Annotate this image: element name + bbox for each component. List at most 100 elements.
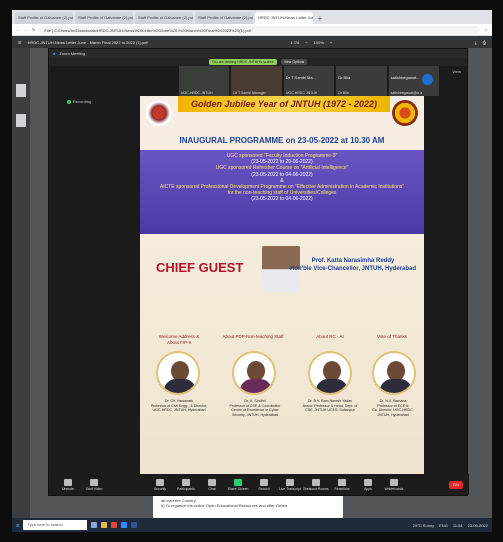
speaker-name: Dr. K. Sindhri Professor of CSE & Coordi… [229,399,281,417]
share-screen-button[interactable]: Share Screen [225,478,251,491]
zoom-meeting-window: ■ Zoom Meeting You are viewing HRDC JNTU… [48,48,469,496]
zoom-in-icon[interactable]: + [330,40,332,45]
back-icon[interactable]: ← [16,27,20,32]
control-label: Live Transcript [278,486,302,491]
page-indicator[interactable]: 1 /78 [290,40,299,45]
task-view-icon[interactable] [91,522,98,528]
participants-icon [182,478,190,486]
speaker-photo [232,351,276,395]
taskbar-search[interactable]: Type here to search [23,520,88,530]
guest-role-text: Hon'ble Vice-Chancellor, JNTUH, Hyderaba… [289,266,416,272]
zoom-level[interactable]: 100% [314,40,324,45]
hrdc-seal-logo [392,100,418,126]
control-label: Record [258,486,270,491]
whiteboard-icon [390,478,398,486]
chat-button[interactable]: Chat [199,478,225,491]
windows-start-icon[interactable]: ⊞ [16,523,19,528]
microphone-icon [64,478,72,486]
page-thumbnail[interactable] [16,84,26,97]
participant-tile[interactable]: Dr T Sambi Manager [231,66,282,96]
breakout-rooms-icon [312,478,320,486]
zoom-app-icon[interactable] [121,522,128,528]
participant-display-name: Dr Bila [338,75,351,80]
security-button[interactable]: Security [147,478,173,491]
control-label: Security [153,486,167,491]
weather-text[interactable]: 29°C Sunny [413,523,434,528]
record-icon [260,478,268,486]
word-icon[interactable] [131,522,138,528]
pdf-viewer: ■ Zoom Meeting You are viewing HRDC JNTU… [12,48,492,518]
chief-guest-heading: CHIEF GUEST [156,260,244,275]
participants-button[interactable]: Participants [173,478,199,491]
zoom-out-icon[interactable]: − [305,40,307,45]
zoom-titlebar: ■ Zoom Meeting [49,49,467,58]
start-video-button[interactable]: Start Video [81,478,107,491]
whiteboards-button[interactable]: Whiteboards [381,478,407,491]
participant-tile[interactable]: satishbegawat... satishbegawat@cr.a [388,66,440,96]
role-label: Vote of Thanks [377,334,407,339]
zoom-control-bar: Unmute Start Video Security Participants… [49,474,469,495]
zoom-logo-icon: ■ [53,51,56,56]
smiley-icon [338,478,346,486]
print-icon[interactable]: ⎙ [483,40,486,45]
control-label: Chat [208,486,216,491]
new-tab-icon[interactable]: + [315,14,325,24]
download-icon[interactable]: ⤓ [475,40,477,45]
cc-icon [286,478,294,486]
role-label: Welcome Address & About FIP-9 [158,334,200,345]
browser-tab[interactable]: Staff Profile of Galvanee (2).pdf [15,12,73,24]
record-button[interactable]: Record [251,478,277,491]
share-screen-icon [234,478,242,486]
shield-icon [156,478,164,486]
page-thumbnail[interactable] [16,114,26,127]
inaugural-heading: INAUGURAL PROGRAMME on 23-05-2022 at 10.… [179,136,385,145]
browser-tab[interactable]: Staff Profile of Galvanee (2).pdf [135,12,193,24]
chrome-icon[interactable] [111,522,118,528]
system-tray: 29°C Sunny ENG 11:54 23-05-2022 [413,523,488,528]
language-indicator[interactable]: ENG [439,523,448,528]
file-explorer-icon[interactable] [101,522,108,528]
role-label: About PDP-Non-teaching Staff [222,334,284,339]
screen-share-bar: You are viewing HRDC JNTUH's screen View… [49,58,467,66]
chief-guest-name: Prof. Katta Narasimha Reddy Hon'ble Vice… [290,257,416,273]
pdf-page-text: all over the Country. b) To organize the… [153,496,343,518]
apps-button[interactable]: Apps [355,478,381,491]
programme-line: (23-05-2022 to 04-06-2022) [251,196,313,203]
golden-jubilee-banner: Golden Jubilee Year of JNTUH (1972 - 202… [178,96,390,112]
clock-date[interactable]: 23-05-2022 [468,523,488,528]
windows-taskbar: ⊞ Type here to search 29°C Sunny ENG 11:… [12,518,492,532]
unmute-button[interactable]: Unmute [55,478,81,491]
participant-tile[interactable]: Dr Bila Dr Bila [336,66,387,96]
speaker-name: Dr. N.V. Ramana Professor of ECE & Co. D… [372,399,414,417]
video-gallery: UGC-HRDC JNTUH Dr T Sambi Manager Dr T S… [179,66,440,96]
participant-tile[interactable]: UGC-HRDC JNTUH [179,66,230,96]
recording-label: Recording [73,99,92,104]
view-button[interactable]: View [452,69,461,74]
participant-name: UGC-HRDC JNTUH [285,91,318,95]
participant-name: UGC-HRDC JNTUH [181,91,213,95]
reload-icon[interactable]: ↻ [32,27,35,32]
url-field[interactable]: File | C:/Users/hc/Downloads/HRDC-JNTUH-… [39,25,481,34]
recording-indicator: Recording [67,99,91,104]
speaker-name: Dr. GK Viswanath Professor of Civil Engg… [150,399,208,413]
address-bar: ← → ↻ File | C:/Users/hc/Downloads/HRDC-… [12,24,492,36]
forward-icon[interactable]: → [24,27,28,32]
control-label: Participants [177,486,195,491]
breakout-rooms-button[interactable]: Breakout Rooms [303,478,329,491]
participant-tile[interactable]: Dr T Sambi Ma... UGC-HRDC JNTUH [283,66,335,96]
participant-name: Dr Bila [338,91,349,95]
control-label: Reactions [334,486,350,491]
control-label: Breakout Rooms [303,486,329,491]
menu-icon[interactable]: ☰ [18,40,22,45]
clock-time[interactable]: 11:54 [453,523,463,528]
star-icon[interactable]: ☆ [484,27,488,32]
pdf-toolbar: ☰ HRDC-JNTUH-News Letter June - March Fi… [12,36,492,48]
view-options-button[interactable]: View Options [280,59,308,65]
browser-tab-active[interactable]: HRDC JNTUH-News Letter Jun [255,12,313,24]
apps-icon [364,478,372,486]
live-transcript-button[interactable]: Live Transcript [277,478,303,491]
reactions-button[interactable]: Reactions [329,478,355,491]
browser-tab[interactable]: Staff Profile of Galvanee (2).pdf [75,12,133,24]
browser-tab[interactable]: Staff Profile of Galvanee (2).pdf [195,12,253,24]
end-meeting-button[interactable]: End [449,480,463,489]
